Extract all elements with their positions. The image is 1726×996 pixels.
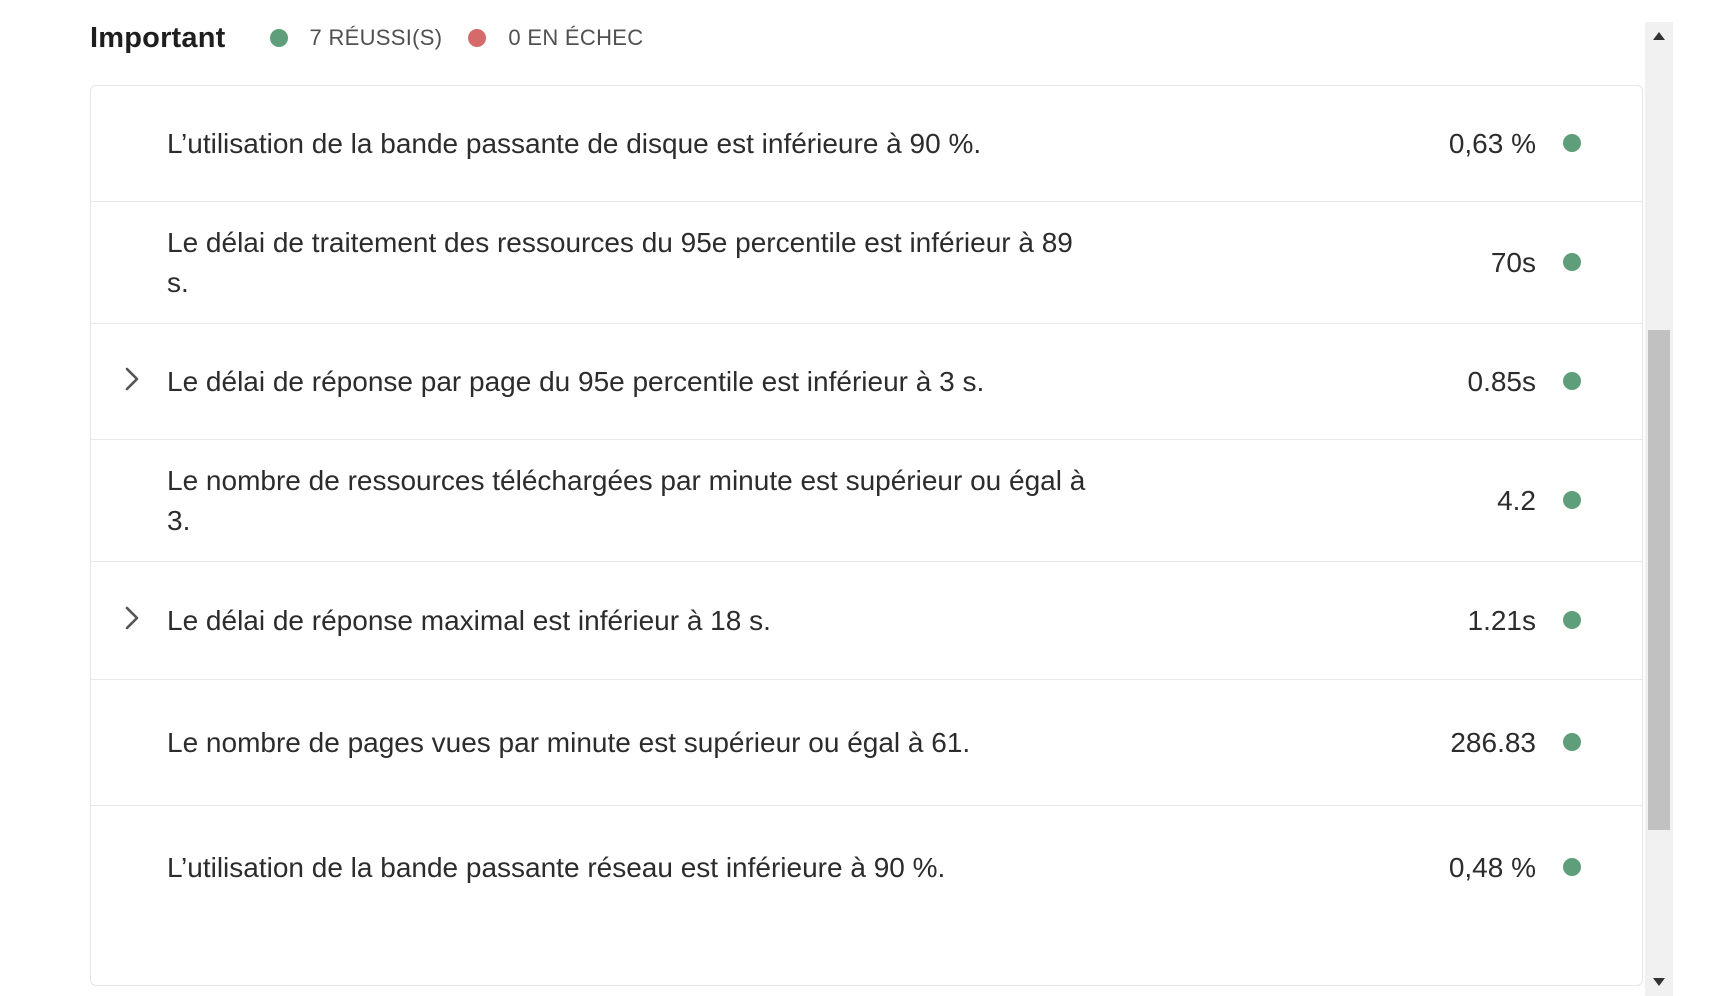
pass-status-icon <box>1563 858 1581 876</box>
fail-status-icon <box>468 29 487 47</box>
criteria-value: 1.21s <box>1467 604 1537 636</box>
pass-status-icon <box>1563 371 1581 390</box>
chevron-right-icon[interactable] <box>121 364 143 394</box>
criteria-value: 0,63 % <box>1448 127 1536 159</box>
criteria-row-expandable[interactable]: Le délai de réponse par page du 95e perc… <box>91 324 1642 440</box>
scroll-down-arrow-icon[interactable] <box>1645 968 1673 996</box>
section-header: Important 7 RÉUSSI(S) 0 EN ÉCHEC <box>90 16 669 60</box>
criteria-row: L’utilisation de la bande passante résea… <box>91 806 1642 930</box>
results-summary: 7 RÉUSSI(S) 0 EN ÉCHEC <box>269 25 670 51</box>
criteria-text: Le délai de réponse par page du 95e perc… <box>167 365 985 397</box>
criteria-value: 286.83 <box>1450 726 1536 758</box>
results-panel: Important 7 RÉUSSI(S) 0 EN ÉCHEC L’utili… <box>0 0 1726 996</box>
failed-count-label: 0 EN ÉCHEC <box>508 25 644 50</box>
criteria-text: L’utilisation de la bande passante résea… <box>167 852 946 883</box>
criteria-text: Le nombre de ressources téléchargées par… <box>167 464 1086 536</box>
criteria-list: L’utilisation de la bande passante de di… <box>90 85 1643 986</box>
criteria-text: Le délai de réponse maximal est inférieu… <box>167 604 771 636</box>
pass-status-icon <box>1563 732 1581 751</box>
criteria-row: Le nombre de ressources téléchargées par… <box>91 440 1642 562</box>
pass-status-icon <box>1563 133 1581 152</box>
scrollbar-thumb[interactable] <box>1648 330 1670 830</box>
section-title: Important <box>90 21 226 54</box>
criteria-text: L’utilisation de la bande passante de di… <box>167 127 982 159</box>
pass-status-icon <box>269 29 288 47</box>
passed-count-label: 7 RÉUSSI(S) <box>309 25 443 50</box>
criteria-value: 0,48 % <box>1448 852 1536 883</box>
criteria-value: 4.2 <box>1497 484 1536 516</box>
pass-status-icon <box>1563 490 1581 509</box>
criteria-row: L’utilisation de la bande passante de di… <box>91 86 1642 202</box>
vertical-scrollbar[interactable] <box>1645 22 1673 996</box>
scroll-up-arrow-icon[interactable] <box>1645 22 1673 50</box>
failed-summary: 0 EN ÉCHEC <box>468 25 643 51</box>
criteria-row-expandable[interactable]: Le délai de réponse maximal est inférieu… <box>91 562 1642 680</box>
criteria-row: Le délai de traitement des ressources du… <box>91 202 1642 324</box>
pass-status-icon <box>1563 610 1581 629</box>
chevron-right-icon[interactable] <box>121 603 143 633</box>
criteria-text: Le nombre de pages vues par minute est s… <box>167 726 971 758</box>
passed-summary: 7 RÉUSSI(S) <box>269 25 443 51</box>
criteria-value: 70s <box>1490 246 1536 278</box>
criteria-text: Le délai de traitement des ressources du… <box>167 226 1073 298</box>
criteria-row: Le nombre de pages vues par minute est s… <box>91 680 1642 806</box>
pass-status-icon <box>1563 252 1581 271</box>
criteria-value: 0.85s <box>1467 365 1537 397</box>
